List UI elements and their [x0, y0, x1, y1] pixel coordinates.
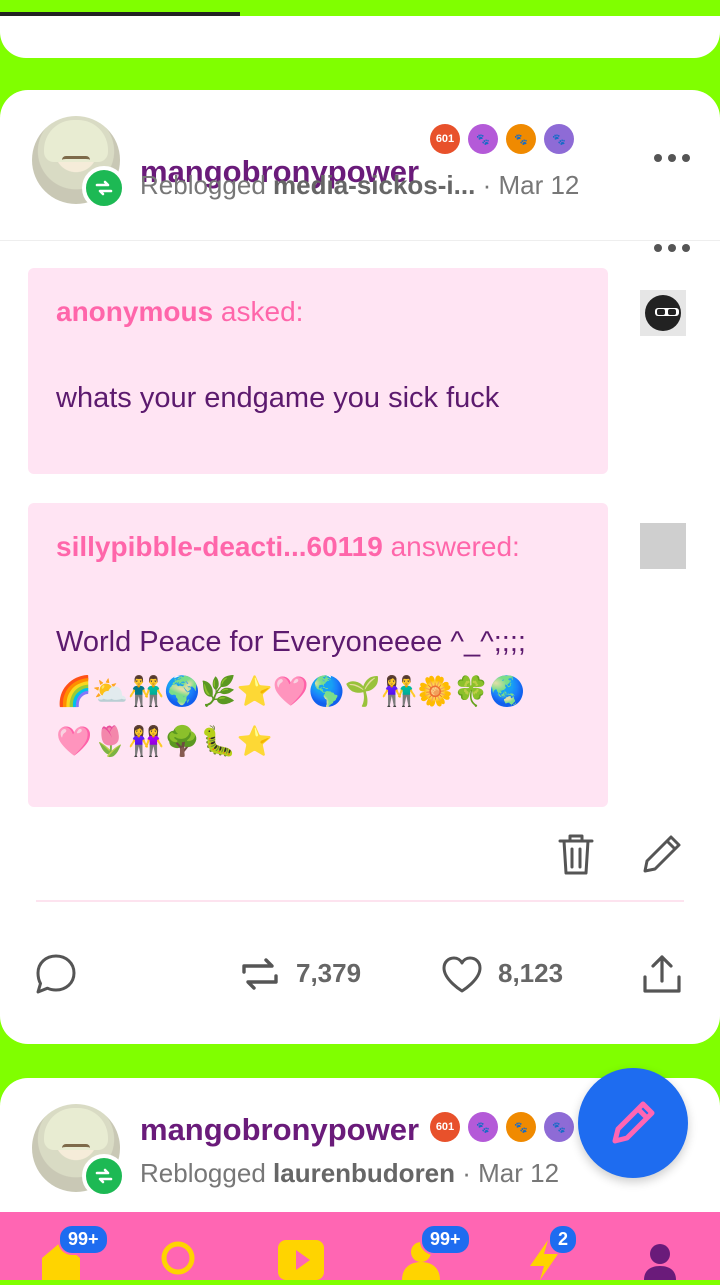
compose-post-button[interactable] [578, 1068, 688, 1178]
like-count: 8,123 [498, 958, 564, 988]
user-badges: 601 🐾 🐾 🐾 [430, 124, 574, 154]
answer-text: World Peace for Everyoneeee ^_^;;;; 🌈⛅👬🌍… [56, 617, 596, 767]
asker-name[interactable]: anonymous [56, 296, 213, 327]
answerer-avatar[interactable] [640, 523, 686, 569]
share-icon[interactable] [636, 948, 688, 1000]
asked-label: asked: [220, 296, 304, 327]
search-icon [161, 1241, 195, 1275]
badge-paw-icon: 🐾 [468, 1112, 498, 1142]
question-text: whats your endgame you sick fuck [56, 382, 500, 414]
badge-601-icon: 601 [430, 124, 460, 154]
reblogged-label: Reblogged [140, 170, 266, 200]
answer-bubble: sillypibble-deacti...60119 answered: Wor… [28, 503, 608, 807]
reblog-icon[interactable] [232, 948, 288, 1000]
avatar[interactable] [32, 1104, 126, 1198]
reblog-badge-icon [82, 166, 126, 210]
post-date: · Mar 12 [462, 1158, 560, 1188]
badge-paw-dark-icon: 🐾 [544, 1112, 574, 1142]
answer-emoji-line-1: 🌈⛅👬🌍🌿⭐🩷🌎🌱👫🌼🍀🌏 [56, 676, 526, 708]
like-heart-icon[interactable] [436, 948, 488, 1000]
user-badges: 601 🐾 🐾 🐾 [430, 1112, 574, 1142]
nav-account[interactable] [636, 1236, 686, 1280]
lightning-badge: 2 [548, 1224, 579, 1255]
badge-paw-orange-icon: 🐾 [506, 1112, 536, 1142]
more-options-button[interactable] [654, 154, 690, 162]
answer-header: sillypibble-deacti...60119 answered: [56, 531, 520, 563]
nav-activity[interactable]: 99+ [396, 1224, 471, 1280]
nav-video[interactable] [276, 1236, 326, 1280]
pencil-icon [612, 1101, 655, 1144]
actions-divider [36, 900, 684, 902]
home-badge: 99+ [58, 1224, 109, 1255]
badge-paw-icon: 🐾 [468, 124, 498, 154]
nav-search[interactable] [156, 1236, 206, 1280]
reblog-count: 7,379 [296, 958, 362, 988]
comment-icon[interactable] [30, 948, 82, 1000]
account-icon [644, 1244, 676, 1280]
activity-badge: 99+ [420, 1224, 471, 1255]
bottom-nav: 99+ 99+ 2 [0, 1212, 720, 1280]
anonymous-avatar-icon [640, 290, 686, 336]
previous-post-card [0, 16, 720, 58]
ask-bubble: anonymous asked: whats your endgame you … [28, 268, 608, 474]
avatar[interactable] [32, 116, 126, 210]
answerer-name[interactable]: sillypibble-deacti...60119 [56, 531, 383, 562]
badge-paw-orange-icon: 🐾 [506, 124, 536, 154]
ask-header: anonymous asked: [56, 296, 303, 328]
delete-icon[interactable] [552, 828, 600, 880]
reblog-badge-icon [82, 1154, 126, 1198]
badge-601-icon: 601 [430, 1112, 460, 1142]
answered-label: answered: [390, 531, 520, 562]
post-username[interactable]: mangobronypower [140, 1112, 419, 1148]
nav-home[interactable]: 99+ [36, 1224, 109, 1280]
nav-lightning[interactable]: 2 [520, 1224, 579, 1280]
answer-line-1: World Peace for Everyoneeee ^_^;;;; [56, 626, 526, 658]
post-date: · Mar 12 [482, 170, 580, 200]
post-meta: Reblogged media-sickos-i... · Mar 12 [140, 170, 579, 201]
reblogged-label: Reblogged [140, 1158, 266, 1188]
edit-icon[interactable] [636, 828, 688, 880]
badge-paw-dark-icon: 🐾 [544, 124, 574, 154]
reblog-source-link[interactable]: laurenbudoren [273, 1158, 455, 1188]
play-icon [278, 1240, 324, 1280]
reblog-source-link[interactable]: media-sickos-i... [273, 170, 475, 200]
more-options-button[interactable] [654, 244, 690, 252]
answer-emoji-line-2: 🩷🌷👭🌳🐛⭐ [56, 726, 273, 758]
post-meta: Reblogged laurenbudoren · Mar 12 [140, 1158, 559, 1189]
